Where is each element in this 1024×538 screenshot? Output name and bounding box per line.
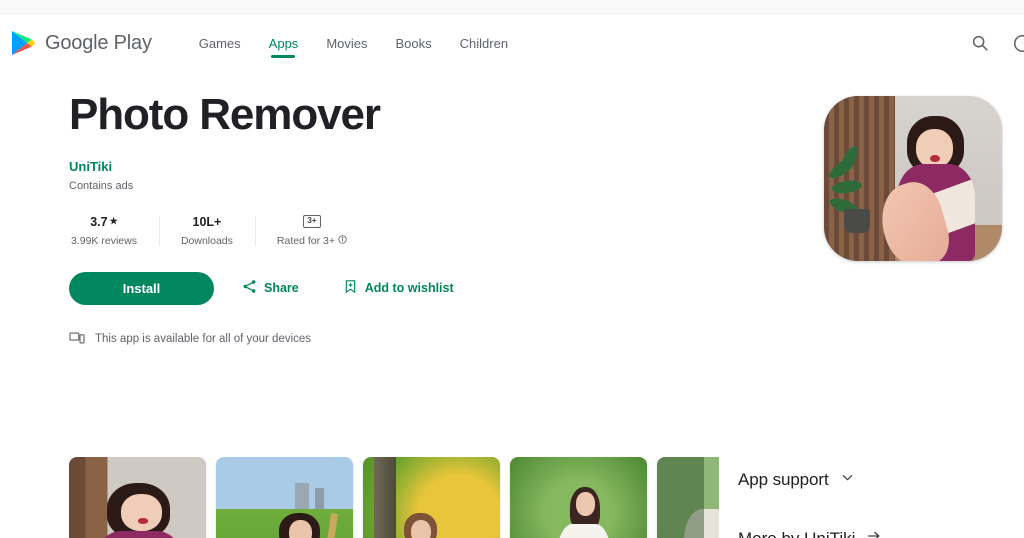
brand-name: Google Play	[45, 31, 152, 54]
stat-content-rating: 3+ Rated for 3+	[254, 214, 369, 247]
browser-chrome-band	[0, 0, 1024, 14]
nav-item-games[interactable]: Games	[185, 14, 255, 72]
share-icon	[242, 279, 257, 297]
brand-logo-group[interactable]: Google Play	[10, 29, 152, 57]
star-icon: ★	[109, 216, 118, 227]
screenshot-1-studio-wood[interactable]	[69, 457, 206, 538]
more-by-label: More by UniTiki	[738, 528, 856, 538]
nav-item-books[interactable]: Books	[382, 14, 446, 72]
screenshot-4-white-dress[interactable]	[510, 457, 647, 538]
install-button[interactable]: Install	[69, 271, 214, 305]
screenshot-gallery	[69, 457, 719, 538]
hero-plant	[826, 143, 882, 234]
devices-icon	[69, 331, 85, 348]
share-label: Share	[264, 281, 299, 296]
arrow-right-icon	[866, 528, 882, 538]
screenshot-2-lotus-field[interactable]	[216, 457, 353, 538]
app-support-section-header[interactable]: App support	[738, 470, 1018, 490]
downloads-label: Downloads	[180, 234, 233, 247]
content-rating-badge-group: 3+	[277, 214, 347, 230]
rating-value: 3.7	[90, 214, 108, 229]
bookmark-add-icon	[343, 279, 358, 297]
rating-label: 3.99K reviews	[71, 234, 137, 247]
app-hero-icon	[824, 96, 1002, 261]
google-play-app-page: Google Play Games Apps Movies Books Chil…	[0, 0, 1024, 538]
device-availability-note: This app is available for all of your de…	[69, 331, 1024, 348]
nav-item-movies[interactable]: Movies	[312, 14, 381, 72]
stat-rating: 3.7 ★ 3.99K reviews	[69, 214, 159, 247]
nav-item-children[interactable]: Children	[446, 14, 522, 72]
main-content: Photo Remover UniTiki Contains ads 3.7 ★…	[0, 72, 1024, 538]
add-to-wishlist-button[interactable]: Add to wishlist	[327, 279, 470, 297]
content-rating-badge: 3+	[303, 215, 321, 228]
app-header-block: Photo Remover UniTiki Contains ads 3.7 ★…	[0, 72, 1024, 348]
downloads-value: 10L+	[192, 214, 222, 229]
info-icon[interactable]	[338, 234, 347, 247]
content-rating-text: Rated for 3+	[276, 234, 335, 247]
screenshot-5-partial[interactable]	[657, 457, 719, 538]
right-rail: App support More by UniTiki	[738, 470, 1018, 538]
wishlist-label: Add to wishlist	[364, 281, 454, 296]
header-actions	[968, 31, 1024, 55]
stat-downloads: 10L+ Downloads	[158, 214, 255, 247]
google-play-logo	[10, 29, 36, 57]
search-icon[interactable]	[968, 31, 992, 55]
nav-item-apps[interactable]: Apps	[255, 14, 313, 72]
chevron-down-icon	[840, 470, 855, 490]
more-by-developer-header[interactable]: More by UniTiki	[738, 528, 1018, 538]
site-header: Google Play Games Apps Movies Books Chil…	[0, 14, 1024, 72]
share-button[interactable]: Share	[226, 279, 315, 297]
developer-link[interactable]: UniTiki	[69, 159, 112, 174]
app-actions-row: Install Share Add to wishlist	[69, 271, 1024, 305]
rating-value-group: 3.7 ★	[71, 214, 137, 230]
content-rating-label: Rated for 3+	[277, 235, 347, 247]
help-icon[interactable]	[1010, 31, 1024, 55]
app-support-label: App support	[738, 470, 829, 489]
primary-nav: Games Apps Movies Books Children	[185, 14, 522, 72]
device-note-text: This app is available for all of your de…	[95, 333, 312, 346]
hero-person	[872, 115, 980, 261]
screenshot-3-yellow-blooms[interactable]	[363, 457, 500, 538]
hero-plant-pot	[844, 209, 870, 234]
